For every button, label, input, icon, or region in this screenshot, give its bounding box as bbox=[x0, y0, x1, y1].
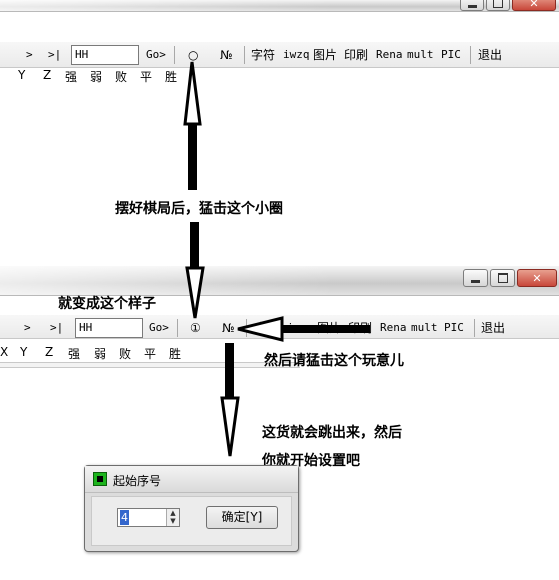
spinner-arrows-icon[interactable]: ▲ ▼ bbox=[166, 509, 179, 526]
spinner-value[interactable]: 4 bbox=[120, 510, 129, 525]
dialog-titlebar: 起始序号 bbox=[85, 466, 298, 493]
board-icon bbox=[93, 472, 107, 486]
arrow-left-icon bbox=[237, 316, 370, 342]
start-number-dialog: 起始序号 4 ▲ ▼ 确定[Y] bbox=[84, 465, 299, 552]
dialog-title: 起始序号 bbox=[113, 474, 162, 488]
ok-button[interactable]: 确定[Y] bbox=[206, 506, 278, 529]
start-number-spinner[interactable]: 4 ▲ ▼ bbox=[117, 508, 180, 527]
arrow-down-icon bbox=[220, 343, 240, 457]
arrow-up-icon bbox=[185, 222, 205, 319]
arrow-up-icon bbox=[183, 61, 202, 190]
